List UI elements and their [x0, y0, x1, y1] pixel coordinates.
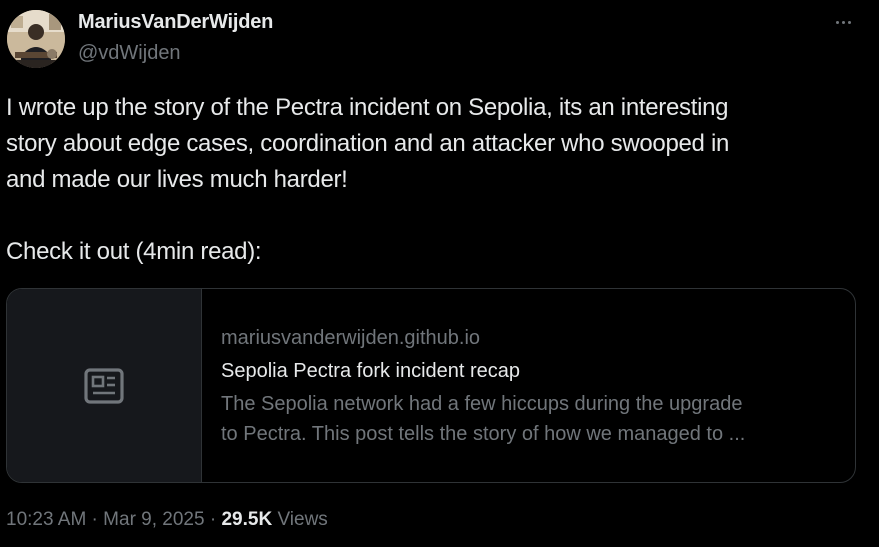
card-description: The Sepolia network had a few hiccups du… [221, 389, 831, 449]
tweet-date[interactable]: Mar 9, 2025 [103, 509, 204, 531]
card-title: Sepolia Pectra fork incident recap [221, 360, 521, 382]
user-avatar-photo-icon [7, 10, 65, 68]
avatar[interactable] [7, 10, 65, 68]
more-horizontal-icon [835, 20, 839, 24]
meta-separator: · [86, 509, 104, 530]
tweet-meta: 10:23 AM · Mar 9, 2025 · 29.5K Views [6, 509, 328, 531]
views-label: Views [272, 509, 328, 531]
more-dot [841, 20, 845, 24]
more-dot [847, 20, 851, 24]
tweet: MariusVanDerWijden @vdWijden I wrote up … [0, 0, 879, 547]
article-icon [84, 367, 124, 404]
card-domain: mariusvanderwijden.github.io [221, 327, 481, 349]
meta-separator: · [204, 509, 222, 530]
card-thumbnail [7, 289, 202, 482]
author-display-name[interactable]: MariusVanDerWijden [78, 11, 273, 34]
link-preview-card[interactable]: mariusvanderwijden.github.io Sepolia Pec… [6, 288, 856, 483]
more-options-button[interactable] [828, 10, 858, 34]
card-description-line-2: to Pectra. This post tells the story of … [221, 423, 746, 445]
views-label-text: Views [277, 509, 328, 530]
tweet-text: I wrote up the story of the Pectra incid… [6, 94, 730, 265]
tweet-time[interactable]: 10:23 AM [6, 509, 86, 531]
card-description-line-1: The Sepolia network had a few hiccups du… [221, 393, 743, 415]
author-handle[interactable]: @vdWijden [78, 42, 181, 65]
card-body: mariusvanderwijden.github.io Sepolia Pec… [202, 289, 855, 482]
views-count[interactable]: 29.5K [221, 509, 272, 531]
